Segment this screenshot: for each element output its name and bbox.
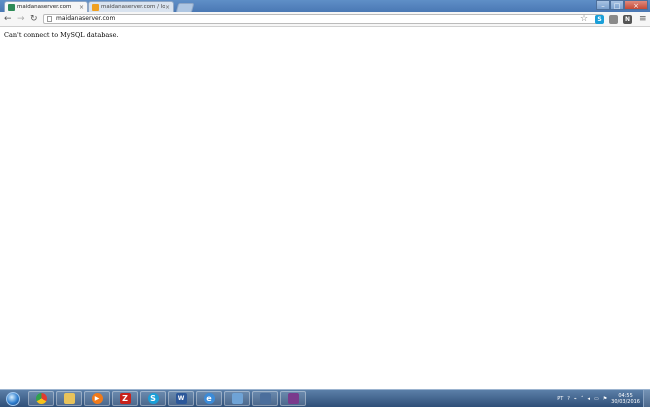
help-icon[interactable]: ? xyxy=(567,396,570,402)
system-tray: PT ? ⌁ ˄ ◂ ▭ ⚑ 04:55 30/03/2016 xyxy=(557,390,650,407)
display-icon[interactable]: ▭ xyxy=(594,396,599,402)
green-c-icon xyxy=(8,3,15,11)
back-arrow-icon[interactable]: ← xyxy=(4,14,12,24)
maximize-button[interactable]: □ xyxy=(610,0,624,10)
taskbar-explorer[interactable] xyxy=(56,391,82,406)
network-tool-icon xyxy=(259,393,271,404)
browser-titlebar: maidanaserver.com × maidanaserver.com / … xyxy=(0,0,650,13)
close-window-button[interactable]: × xyxy=(624,0,648,10)
taskbar-window[interactable] xyxy=(224,391,250,406)
taskbar-media-player[interactable]: ▶ xyxy=(84,391,110,406)
address-text: maidanaserver.com xyxy=(56,15,116,22)
taskbar-word[interactable]: W xyxy=(168,391,194,406)
extension-icon[interactable] xyxy=(609,15,618,24)
taskbar-network-tool[interactable] xyxy=(252,391,278,406)
explorer-folder-icon xyxy=(63,393,75,404)
taskbar-chrome[interactable] xyxy=(28,391,54,406)
taskbar: ▶ Z S W e PT ? ⌁ ˄ ◂ ▭ ⚑ 04:55 30/03/201… xyxy=(0,389,650,407)
taskbar-filezilla[interactable]: Z xyxy=(112,391,138,406)
media-player-icon: ▶ xyxy=(91,393,103,404)
network-icon[interactable]: ⌁ xyxy=(574,396,577,402)
tab-title: maidanaserver.com xyxy=(17,4,72,10)
windows-orb-icon xyxy=(6,391,20,406)
skype-icon[interactable]: S xyxy=(595,15,604,24)
word-icon: W xyxy=(175,393,187,404)
phpmyadmin-warning-icon xyxy=(92,3,99,11)
close-tab-icon[interactable]: × xyxy=(165,4,170,11)
ie-icon: e xyxy=(203,393,215,404)
taskbar-skype[interactable]: S xyxy=(140,391,166,406)
tab-phpmyadmin[interactable]: maidanaserver.com / loca × xyxy=(88,1,174,12)
error-message: Can't connect to MySQL database. xyxy=(4,31,119,39)
page-icon xyxy=(47,16,52,22)
taskbar-winrar[interactable] xyxy=(280,391,306,406)
address-bar[interactable]: maidanaserver.com xyxy=(43,14,603,24)
chrome-icon xyxy=(35,393,47,404)
browser-toolbar: ← → ↻ maidanaserver.com ☆ S N ≡ xyxy=(0,12,650,27)
filezilla-icon: Z xyxy=(119,393,131,404)
window-controls: – □ × xyxy=(596,0,648,10)
chevron-up-icon[interactable]: ˄ xyxy=(581,396,584,402)
volume-icon[interactable]: ◂ xyxy=(587,396,590,402)
window-icon xyxy=(231,393,243,404)
flag-icon[interactable]: ⚑ xyxy=(603,396,607,402)
skype-icon: S xyxy=(147,393,159,404)
start-button[interactable] xyxy=(1,390,25,407)
winrar-icon xyxy=(287,393,299,404)
forward-arrow-icon[interactable]: → xyxy=(17,14,25,24)
show-desktop-button[interactable] xyxy=(643,390,650,407)
tab-title: maidanaserver.com / loca xyxy=(101,4,165,10)
clock-date: 30/03/2016 xyxy=(611,398,640,405)
bookmark-star-icon[interactable]: ☆ xyxy=(580,14,588,24)
page-content: Can't connect to MySQL database. xyxy=(0,27,650,389)
menu-icon[interactable]: ≡ xyxy=(639,14,647,24)
evernote-n-icon[interactable]: N xyxy=(623,15,632,24)
reload-icon[interactable]: ↻ xyxy=(30,14,38,24)
language-indicator[interactable]: PT xyxy=(557,396,563,402)
tab-maidanaserver[interactable]: maidanaserver.com × xyxy=(4,1,88,12)
clock[interactable]: 04:55 30/03/2016 xyxy=(611,393,640,405)
taskbar-internet-explorer[interactable]: e xyxy=(196,391,222,406)
minimize-button[interactable]: – xyxy=(596,0,610,10)
close-tab-icon[interactable]: × xyxy=(79,4,84,11)
